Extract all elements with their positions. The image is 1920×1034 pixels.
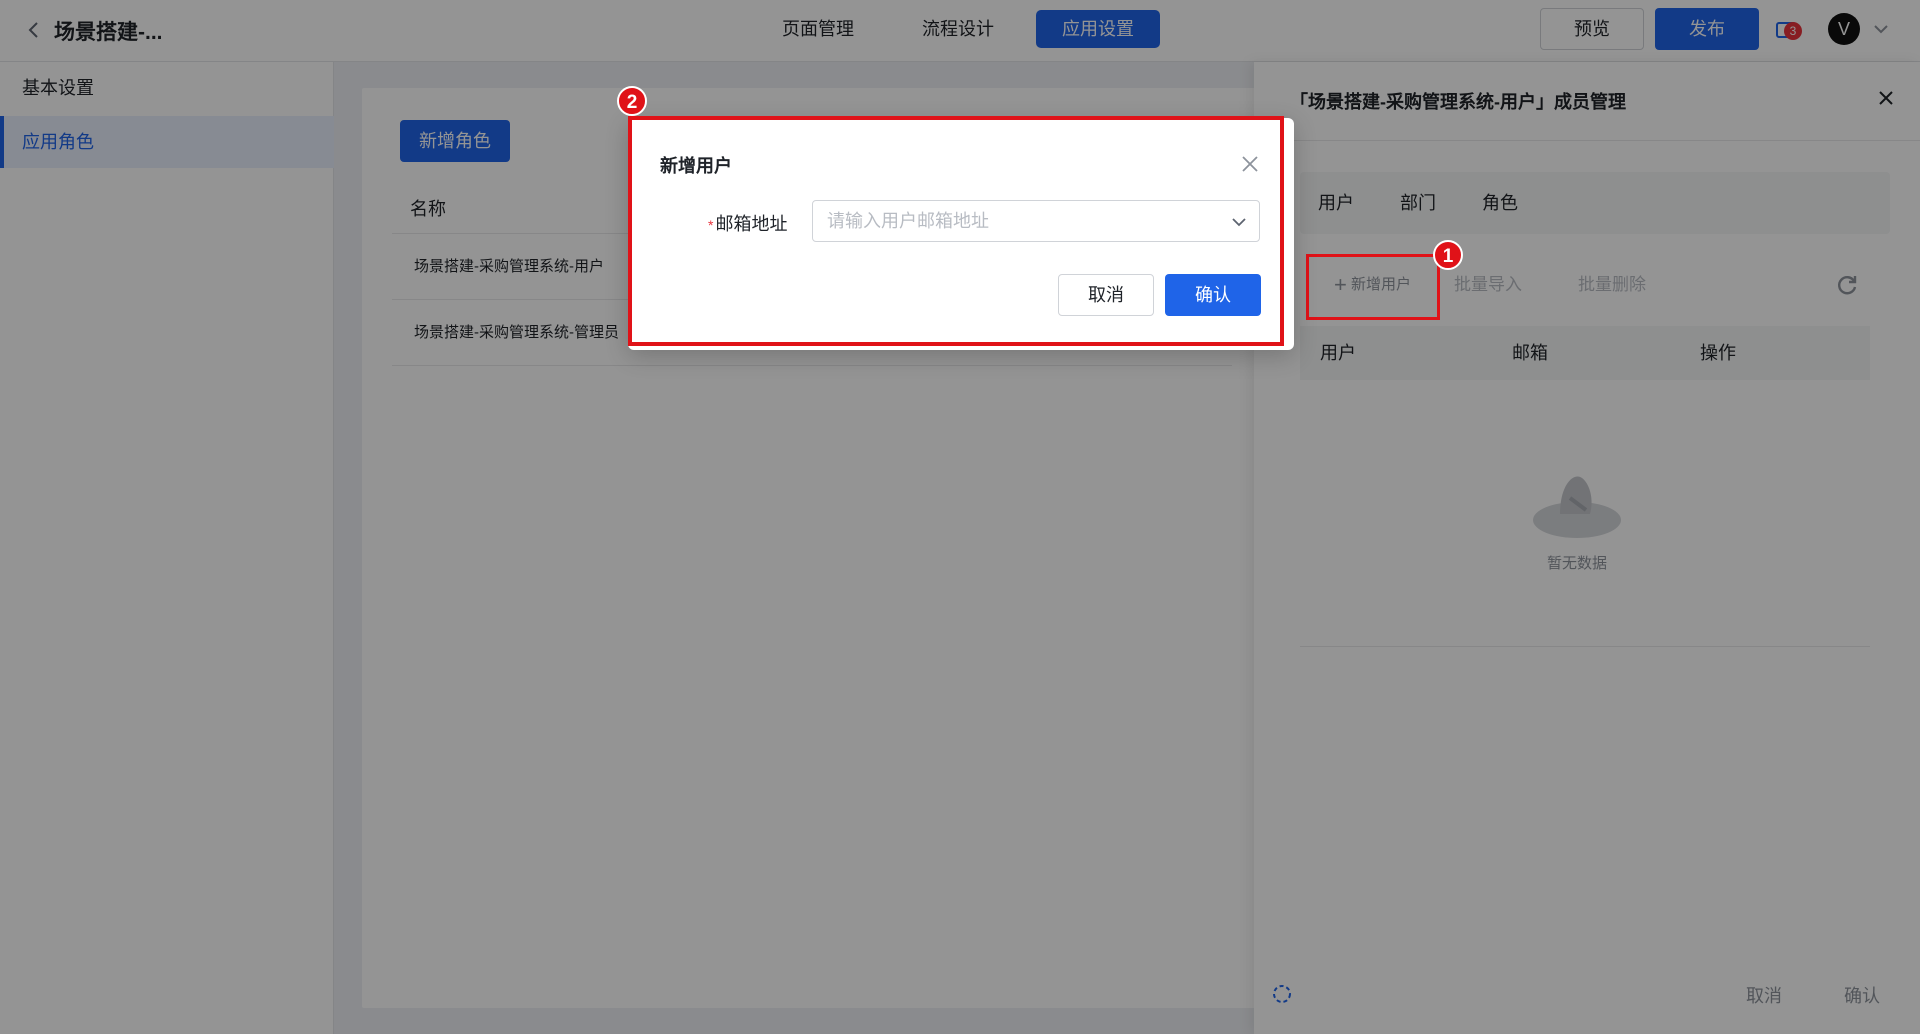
- email-field-label: * 邮箱地址: [708, 210, 787, 236]
- email-select[interactable]: [812, 200, 1260, 242]
- close-icon[interactable]: [1238, 152, 1262, 176]
- confirm-button[interactable]: 确认: [1165, 274, 1261, 316]
- annotation-step-badge: 2: [617, 86, 647, 116]
- add-user-dialog: 新增用户 *邮箱地址 取消 确认: [628, 118, 1294, 350]
- annotation-highlight-box: [1306, 254, 1440, 320]
- email-field[interactable]: [813, 201, 1213, 241]
- chevron-down-icon[interactable]: [1229, 212, 1249, 232]
- annotation-step-badge: 1: [1433, 240, 1463, 270]
- dialog-title: 新增用户: [660, 156, 732, 176]
- cancel-button[interactable]: 取消: [1058, 274, 1154, 316]
- email-label-text: 邮箱地址: [715, 214, 788, 234]
- required-mark: *: [708, 217, 714, 233]
